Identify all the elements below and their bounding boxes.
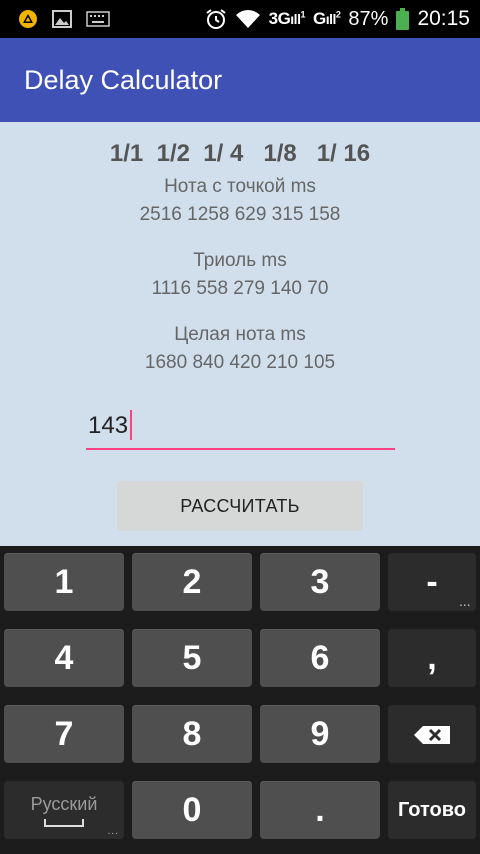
bpm-input[interactable]: 143 xyxy=(86,404,396,450)
battery-icon xyxy=(396,8,410,30)
dotted-note-label: Нота с точкой ms xyxy=(164,176,316,197)
key-0[interactable]: 0 xyxy=(132,781,252,839)
battery-percent: 87% xyxy=(348,7,389,30)
triplet-label: Триоль ms xyxy=(193,250,287,271)
key-4[interactable]: 4 xyxy=(4,629,124,687)
note-fractions-header: 1/1 1/2 1/ 4 1/8 1/ 16 xyxy=(109,140,371,167)
app-bar: Delay Calculator xyxy=(0,38,480,122)
wifi-icon xyxy=(235,9,261,29)
keyboard-icon xyxy=(86,11,110,27)
image-icon xyxy=(52,10,72,28)
done-key[interactable]: Готово xyxy=(388,781,476,839)
text-cursor xyxy=(130,410,132,440)
key-9[interactable]: 9 xyxy=(260,705,380,763)
backspace-icon xyxy=(413,715,451,754)
clock: 20:15 xyxy=(417,7,470,30)
network-type-1: 3Gıll1 xyxy=(268,9,306,28)
key-minus[interactable]: -... xyxy=(388,553,476,611)
numeric-keyboard: 1 2 3 -... 4 5 6 , 7 8 9 Русский ... 0 .… xyxy=(0,546,480,854)
calculate-button[interactable]: РАССЧИТАТЬ xyxy=(117,481,363,531)
key-5[interactable]: 5 xyxy=(132,629,252,687)
whole-note-label: Целая нота ms xyxy=(174,324,306,345)
key-3[interactable]: 3 xyxy=(260,553,380,611)
bpm-input-value: 143 xyxy=(88,412,129,439)
input-underline xyxy=(86,448,395,450)
language-key[interactable]: Русский ... xyxy=(4,781,124,839)
status-bar: 3Gıll1 Gıll2 87% 20:15 xyxy=(0,0,480,38)
key-6[interactable]: 6 xyxy=(260,629,380,687)
whole-note-values: 1680 840 420 210 105 xyxy=(144,352,336,373)
backspace-key[interactable] xyxy=(388,705,476,763)
app-title: Delay Calculator xyxy=(24,64,223,95)
key-7[interactable]: 7 xyxy=(4,705,124,763)
key-1[interactable]: 1 xyxy=(4,553,124,611)
app-notification-icon xyxy=(18,9,38,29)
network-type-2: Gıll2 xyxy=(312,9,341,28)
dotted-note-values: 2516 1258 629 315 158 xyxy=(139,204,341,225)
main-content: 1/1 1/2 1/ 4 1/8 1/ 16 Нота с точкой ms … xyxy=(0,122,480,546)
alarm-icon xyxy=(205,8,227,30)
key-8[interactable]: 8 xyxy=(132,705,252,763)
key-dot[interactable]: . xyxy=(260,781,380,839)
spacebar-icon xyxy=(44,818,84,827)
triplet-values: 1116 558 279 140 70 xyxy=(151,278,329,299)
key-comma[interactable]: , xyxy=(388,629,476,687)
key-2[interactable]: 2 xyxy=(132,553,252,611)
